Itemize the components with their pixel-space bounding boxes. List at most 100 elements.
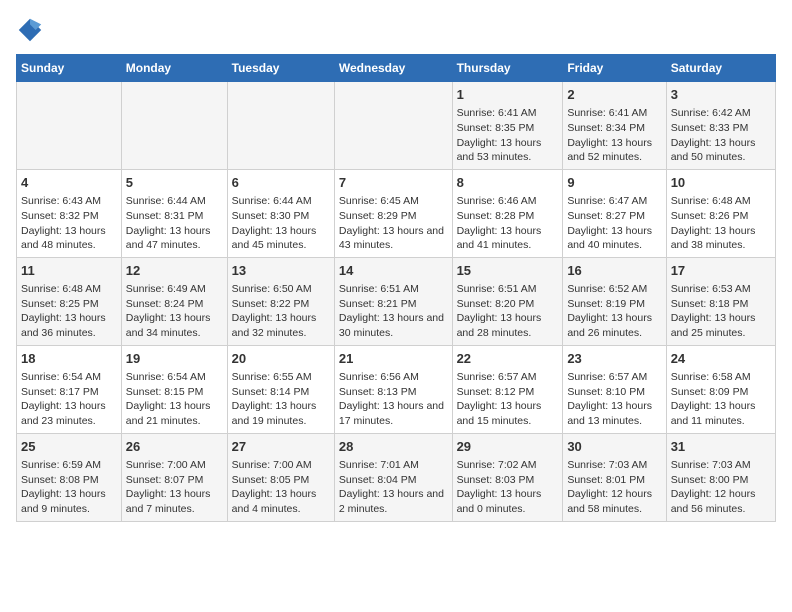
calendar-cell: 25 Sunrise: 6:59 AM Sunset: 8:08 PM Dayli… — [17, 433, 122, 521]
calendar-week-row: 18 Sunrise: 6:54 AM Sunset: 8:17 PM Dayli… — [17, 345, 776, 433]
day-content: Sunrise: 6:57 AM Sunset: 8:10 PM Dayligh… — [567, 370, 661, 429]
day-number: 24 — [671, 350, 771, 368]
calendar-week-row: 4 Sunrise: 6:43 AM Sunset: 8:32 PM Daylig… — [17, 169, 776, 257]
calendar-week-row: 25 Sunrise: 6:59 AM Sunset: 8:08 PM Dayli… — [17, 433, 776, 521]
calendar-cell: 28 Sunrise: 7:01 AM Sunset: 8:04 PM Dayli… — [334, 433, 452, 521]
day-number: 30 — [567, 438, 661, 456]
calendar-cell: 2 Sunrise: 6:41 AM Sunset: 8:34 PM Daylig… — [563, 82, 666, 170]
calendar-cell: 11 Sunrise: 6:48 AM Sunset: 8:25 PM Dayli… — [17, 257, 122, 345]
day-content: Sunrise: 6:54 AM Sunset: 8:15 PM Dayligh… — [126, 370, 223, 429]
calendar-cell: 14 Sunrise: 6:51 AM Sunset: 8:21 PM Dayli… — [334, 257, 452, 345]
day-content: Sunrise: 6:56 AM Sunset: 8:13 PM Dayligh… — [339, 370, 448, 429]
calendar-cell — [227, 82, 334, 170]
day-content: Sunrise: 6:44 AM Sunset: 8:30 PM Dayligh… — [232, 194, 330, 253]
day-number: 22 — [457, 350, 559, 368]
calendar-cell: 27 Sunrise: 7:00 AM Sunset: 8:05 PM Dayli… — [227, 433, 334, 521]
calendar-cell: 22 Sunrise: 6:57 AM Sunset: 8:12 PM Dayli… — [452, 345, 563, 433]
day-number: 21 — [339, 350, 448, 368]
day-content: Sunrise: 6:43 AM Sunset: 8:32 PM Dayligh… — [21, 194, 117, 253]
calendar-cell: 29Sunrise: 7:02 AM Sunset: 8:03 PM Dayli… — [452, 433, 563, 521]
day-number: 20 — [232, 350, 330, 368]
day-content: Sunrise: 6:59 AM Sunset: 8:08 PM Dayligh… — [21, 458, 117, 517]
day-content: Sunrise: 6:57 AM Sunset: 8:12 PM Dayligh… — [457, 370, 559, 429]
header-monday: Monday — [121, 55, 227, 82]
day-number: 6 — [232, 174, 330, 192]
day-content: Sunrise: 6:52 AM Sunset: 8:19 PM Dayligh… — [567, 282, 661, 341]
calendar-cell — [121, 82, 227, 170]
calendar-cell — [17, 82, 122, 170]
calendar-cell: 3Sunrise: 6:42 AM Sunset: 8:33 PM Daylig… — [666, 82, 775, 170]
day-content: Sunrise: 6:46 AM Sunset: 8:28 PM Dayligh… — [457, 194, 559, 253]
calendar-cell: 7 Sunrise: 6:45 AM Sunset: 8:29 PM Daylig… — [334, 169, 452, 257]
day-number: 14 — [339, 262, 448, 280]
day-number: 7 — [339, 174, 448, 192]
day-content: Sunrise: 6:51 AM Sunset: 8:20 PM Dayligh… — [457, 282, 559, 341]
day-content: Sunrise: 6:54 AM Sunset: 8:17 PM Dayligh… — [21, 370, 117, 429]
calendar-cell: 20Sunrise: 6:55 AM Sunset: 8:14 PM Dayli… — [227, 345, 334, 433]
day-number: 13 — [232, 262, 330, 280]
day-content: Sunrise: 7:03 AM Sunset: 8:01 PM Dayligh… — [567, 458, 661, 517]
day-number: 25 — [21, 438, 117, 456]
day-number: 27 — [232, 438, 330, 456]
calendar-cell: 4 Sunrise: 6:43 AM Sunset: 8:32 PM Daylig… — [17, 169, 122, 257]
calendar-cell: 9 Sunrise: 6:47 AM Sunset: 8:27 PM Daylig… — [563, 169, 666, 257]
day-content: Sunrise: 6:50 AM Sunset: 8:22 PM Dayligh… — [232, 282, 330, 341]
day-content: Sunrise: 6:53 AM Sunset: 8:18 PM Dayligh… — [671, 282, 771, 341]
calendar-cell: 21 Sunrise: 6:56 AM Sunset: 8:13 PM Dayli… — [334, 345, 452, 433]
day-content: Sunrise: 6:51 AM Sunset: 8:21 PM Dayligh… — [339, 282, 448, 341]
calendar-cell: 13 Sunrise: 6:50 AM Sunset: 8:22 PM Dayli… — [227, 257, 334, 345]
day-number: 5 — [126, 174, 223, 192]
header-saturday: Saturday — [666, 55, 775, 82]
calendar-cell: 12 Sunrise: 6:49 AM Sunset: 8:24 PM Dayli… — [121, 257, 227, 345]
day-content: Sunrise: 7:03 AM Sunset: 8:00 PM Dayligh… — [671, 458, 771, 517]
day-content: Sunrise: 7:02 AM Sunset: 8:03 PM Dayligh… — [457, 458, 559, 517]
calendar-cell: 19Sunrise: 6:54 AM Sunset: 8:15 PM Dayli… — [121, 345, 227, 433]
calendar-cell: 31 Sunrise: 7:03 AM Sunset: 8:00 PM Dayli… — [666, 433, 775, 521]
day-content: Sunrise: 6:47 AM Sunset: 8:27 PM Dayligh… — [567, 194, 661, 253]
day-content: Sunrise: 6:49 AM Sunset: 8:24 PM Dayligh… — [126, 282, 223, 341]
day-content: Sunrise: 6:48 AM Sunset: 8:26 PM Dayligh… — [671, 194, 771, 253]
day-number: 17 — [671, 262, 771, 280]
header-tuesday: Tuesday — [227, 55, 334, 82]
calendar-cell: 10Sunrise: 6:48 AM Sunset: 8:26 PM Dayli… — [666, 169, 775, 257]
day-number: 31 — [671, 438, 771, 456]
calendar-cell: 23 Sunrise: 6:57 AM Sunset: 8:10 PM Dayli… — [563, 345, 666, 433]
calendar-cell: 15 Sunrise: 6:51 AM Sunset: 8:20 PM Dayli… — [452, 257, 563, 345]
calendar-week-row: 1Sunrise: 6:41 AM Sunset: 8:35 PM Daylig… — [17, 82, 776, 170]
day-number: 2 — [567, 86, 661, 104]
calendar-cell: 16Sunrise: 6:52 AM Sunset: 8:19 PM Dayli… — [563, 257, 666, 345]
logo-icon — [16, 16, 44, 44]
day-number: 4 — [21, 174, 117, 192]
day-number: 23 — [567, 350, 661, 368]
calendar-cell: 5Sunrise: 6:44 AM Sunset: 8:31 PM Daylig… — [121, 169, 227, 257]
day-content: Sunrise: 6:42 AM Sunset: 8:33 PM Dayligh… — [671, 106, 771, 165]
day-content: Sunrise: 6:41 AM Sunset: 8:35 PM Dayligh… — [457, 106, 559, 165]
day-number: 28 — [339, 438, 448, 456]
calendar-table: SundayMondayTuesdayWednesdayThursdayFrid… — [16, 54, 776, 522]
calendar-header-row: SundayMondayTuesdayWednesdayThursdayFrid… — [17, 55, 776, 82]
calendar-cell — [334, 82, 452, 170]
calendar-cell: 18 Sunrise: 6:54 AM Sunset: 8:17 PM Dayli… — [17, 345, 122, 433]
calendar-cell: 8Sunrise: 6:46 AM Sunset: 8:28 PM Daylig… — [452, 169, 563, 257]
day-content: Sunrise: 7:01 AM Sunset: 8:04 PM Dayligh… — [339, 458, 448, 517]
day-number: 11 — [21, 262, 117, 280]
day-number: 18 — [21, 350, 117, 368]
day-content: Sunrise: 7:00 AM Sunset: 8:07 PM Dayligh… — [126, 458, 223, 517]
header-sunday: Sunday — [17, 55, 122, 82]
calendar-cell: 26Sunrise: 7:00 AM Sunset: 8:07 PM Dayli… — [121, 433, 227, 521]
day-content: Sunrise: 6:41 AM Sunset: 8:34 PM Dayligh… — [567, 106, 661, 165]
day-number: 9 — [567, 174, 661, 192]
calendar-week-row: 11 Sunrise: 6:48 AM Sunset: 8:25 PM Dayli… — [17, 257, 776, 345]
day-content: Sunrise: 6:45 AM Sunset: 8:29 PM Dayligh… — [339, 194, 448, 253]
day-number: 12 — [126, 262, 223, 280]
calendar-cell: 24 Sunrise: 6:58 AM Sunset: 8:09 PM Dayli… — [666, 345, 775, 433]
day-content: Sunrise: 6:48 AM Sunset: 8:25 PM Dayligh… — [21, 282, 117, 341]
day-content: Sunrise: 6:58 AM Sunset: 8:09 PM Dayligh… — [671, 370, 771, 429]
calendar-cell: 17 Sunrise: 6:53 AM Sunset: 8:18 PM Dayli… — [666, 257, 775, 345]
day-content: Sunrise: 7:00 AM Sunset: 8:05 PM Dayligh… — [232, 458, 330, 517]
calendar-cell: 6 Sunrise: 6:44 AM Sunset: 8:30 PM Daylig… — [227, 169, 334, 257]
logo — [16, 16, 48, 44]
page-header — [16, 16, 776, 44]
calendar-cell: 1Sunrise: 6:41 AM Sunset: 8:35 PM Daylig… — [452, 82, 563, 170]
day-number: 15 — [457, 262, 559, 280]
